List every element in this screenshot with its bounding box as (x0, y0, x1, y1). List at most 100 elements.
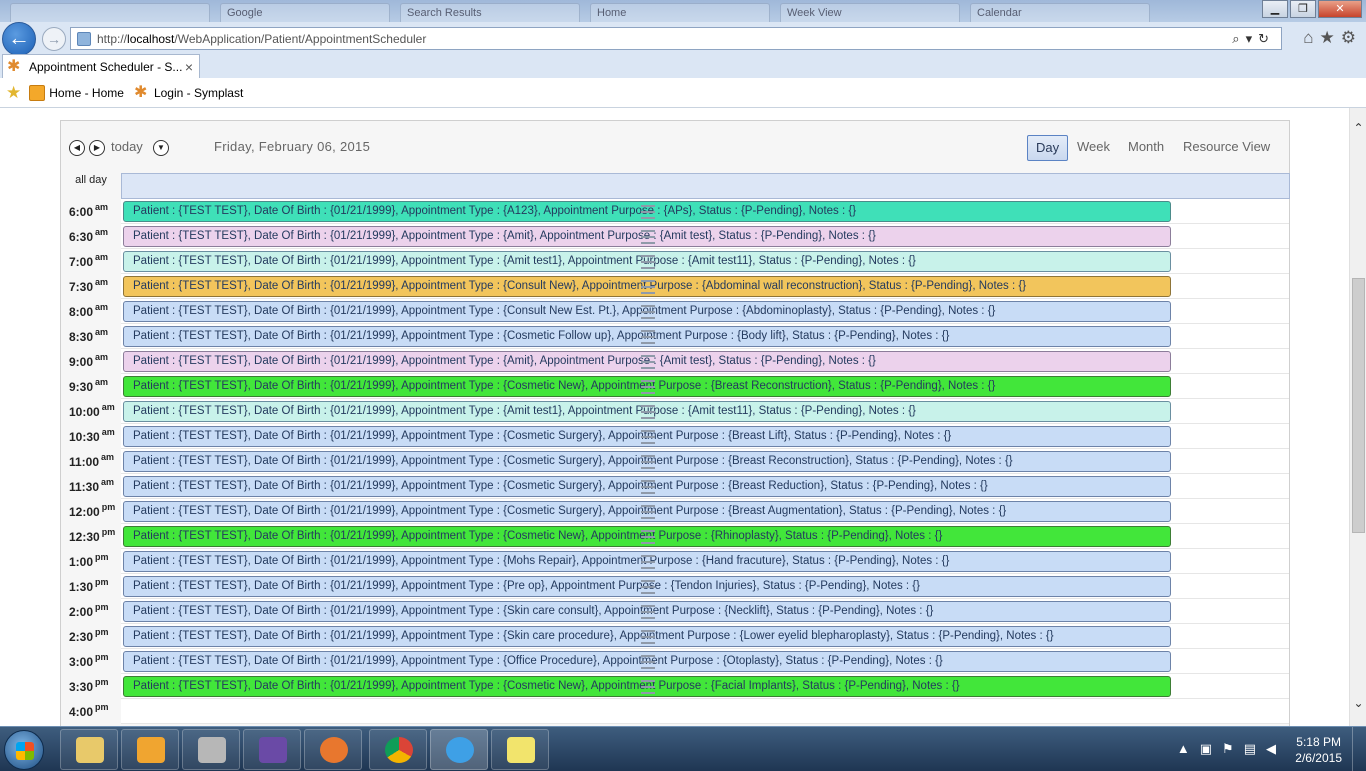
resize-handle-icon[interactable] (641, 380, 655, 394)
time-slot[interactable]: 10:30 am Patient : {TEST TEST}, Date Of Bi… (61, 424, 1289, 449)
active-tab[interactable]: ✱ Appointment Scheduler - S... × (2, 54, 200, 78)
time-slot[interactable]: 9:30 am Patient : {TEST TEST}, Date Of Bir… (61, 374, 1289, 399)
date-picker-button[interactable]: ▼ (153, 140, 169, 156)
time-slot[interactable]: 12:30 pm Patient : {TEST TEST}, Date Of Bi… (61, 524, 1289, 549)
view-day-button[interactable]: Day (1027, 135, 1069, 161)
resize-handle-icon[interactable] (641, 680, 655, 694)
resize-handle-icon[interactable] (641, 530, 655, 544)
time-slot[interactable]: 8:30 am Patient : {TEST TEST}, Date Of Bir… (61, 324, 1289, 349)
maximize-button[interactable]: ❐ (1290, 0, 1316, 18)
time-slot[interactable]: 6:00 am Patient : {TEST TEST}, Date Of Bir… (61, 199, 1289, 224)
home-icon[interactable]: ⌂ (1303, 28, 1319, 47)
appointment-event[interactable]: Patient : {TEST TEST}, Date Of Birth : {… (123, 626, 1171, 647)
minimize-button[interactable]: ▁ (1262, 0, 1288, 18)
resize-handle-icon[interactable] (641, 480, 655, 494)
appointment-event[interactable]: Patient : {TEST TEST}, Date Of Birth : {… (123, 401, 1171, 422)
resize-handle-icon[interactable] (641, 205, 655, 219)
scroll-thumb[interactable] (1352, 278, 1365, 533)
resize-handle-icon[interactable] (641, 405, 655, 419)
appointment-event[interactable]: Patient : {TEST TEST}, Date Of Birth : {… (123, 451, 1171, 472)
time-slot[interactable]: 2:00 pm Patient : {TEST TEST}, Date Of Bir… (61, 599, 1289, 624)
address-input[interactable]: http://localhost/WebApplication/Patient/… (70, 27, 1282, 50)
background-tab[interactable]: Week View (780, 3, 960, 23)
today-button[interactable]: today (111, 139, 143, 154)
taskbar-notes[interactable] (491, 729, 549, 770)
prev-day-button[interactable]: ◀ (69, 140, 85, 156)
start-button[interactable] (4, 730, 44, 770)
resize-handle-icon[interactable] (641, 430, 655, 444)
time-slot[interactable]: 7:00 am Patient : {TEST TEST}, Date Of Bir… (61, 249, 1289, 274)
time-slot[interactable]: 11:00 am Patient : {TEST TEST}, Date Of Bi… (61, 449, 1289, 474)
appointment-event[interactable]: Patient : {TEST TEST}, Date Of Birth : {… (123, 251, 1171, 272)
system-tray[interactable]: ▲▣⚑▤◀ (1177, 741, 1286, 757)
address-tools[interactable]: ⌕▾↻ (1232, 31, 1275, 47)
resize-handle-icon[interactable] (641, 630, 655, 644)
appointment-event[interactable]: Patient : {TEST TEST}, Date Of Birth : {… (123, 351, 1171, 372)
time-slot[interactable]: 12:00 pm Patient : {TEST TEST}, Date Of Bi… (61, 499, 1289, 524)
resize-handle-icon[interactable] (641, 305, 655, 319)
taskbar-explorer[interactable] (60, 729, 118, 770)
view-month-button[interactable]: Month (1120, 135, 1172, 161)
time-slot[interactable]: 8:00 am Patient : {TEST TEST}, Date Of Bir… (61, 299, 1289, 324)
appointment-event[interactable]: Patient : {TEST TEST}, Date Of Birth : {… (123, 676, 1171, 697)
appointment-event[interactable]: Patient : {TEST TEST}, Date Of Birth : {… (123, 576, 1171, 597)
resize-handle-icon[interactable] (641, 255, 655, 269)
appointment-event[interactable]: Patient : {TEST TEST}, Date Of Birth : {… (123, 426, 1171, 447)
view-resource-button[interactable]: Resource View (1175, 135, 1278, 161)
forward-button[interactable]: → (42, 27, 66, 51)
scroll-down-icon[interactable]: ⌄ (1350, 695, 1366, 712)
appointment-event[interactable]: Patient : {TEST TEST}, Date Of Birth : {… (123, 226, 1171, 247)
clock[interactable]: 5:18 PM 2/6/2015 (1295, 734, 1342, 766)
tab-close-icon[interactable]: × (185, 59, 193, 75)
gear-icon[interactable]: ⚙ (1341, 28, 1362, 47)
resize-handle-icon[interactable] (641, 280, 655, 294)
taskbar-internet-explorer[interactable] (430, 729, 488, 770)
appointment-event[interactable]: Patient : {TEST TEST}, Date Of Birth : {… (123, 276, 1171, 297)
add-favorite-icon[interactable]: ★ (6, 83, 21, 103)
show-desktop-button[interactable] (1352, 727, 1366, 771)
time-slot[interactable]: 3:30 pm Patient : {TEST TEST}, Date Of Bir… (61, 674, 1289, 699)
time-slot[interactable]: 10:00 am Patient : {TEST TEST}, Date Of Bi… (61, 399, 1289, 424)
time-slot[interactable]: 9:00 am Patient : {TEST TEST}, Date Of Bir… (61, 349, 1289, 374)
time-slot[interactable]: 7:30 am Patient : {TEST TEST}, Date Of Bir… (61, 274, 1289, 299)
next-day-button[interactable]: ▶ (89, 140, 105, 156)
back-button[interactable]: ← (2, 22, 36, 56)
favorites-star-icon[interactable]: ★ (1320, 28, 1341, 47)
time-slot[interactable]: 3:00 pm Patient : {TEST TEST}, Date Of Bir… (61, 649, 1289, 674)
resize-handle-icon[interactable] (641, 655, 655, 669)
time-slot[interactable]: 11:30 am Patient : {TEST TEST}, Date Of Bi… (61, 474, 1289, 499)
taskbar-tools[interactable] (182, 729, 240, 770)
taskbar-outlook[interactable] (121, 729, 179, 770)
resize-handle-icon[interactable] (641, 455, 655, 469)
time-slot[interactable]: 1:30 pm Patient : {TEST TEST}, Date Of Bir… (61, 574, 1289, 599)
resize-handle-icon[interactable] (641, 355, 655, 369)
appointment-event[interactable]: Patient : {TEST TEST}, Date Of Birth : {… (123, 501, 1171, 522)
favorite-login[interactable]: ✱ Login - Symplast (134, 84, 243, 101)
appointment-event[interactable]: Patient : {TEST TEST}, Date Of Birth : {… (123, 551, 1171, 572)
appointment-event[interactable]: Patient : {TEST TEST}, Date Of Birth : {… (123, 301, 1171, 322)
background-tab[interactable]: Google (220, 3, 390, 23)
appointment-event[interactable]: Patient : {TEST TEST}, Date Of Birth : {… (123, 526, 1171, 547)
close-window-button[interactable]: ✕ (1318, 0, 1362, 18)
appointment-event[interactable]: Patient : {TEST TEST}, Date Of Birth : {… (123, 651, 1171, 672)
appointment-event[interactable]: Patient : {TEST TEST}, Date Of Birth : {… (123, 326, 1171, 347)
allday-cell[interactable] (121, 173, 1290, 199)
appointment-event[interactable]: Patient : {TEST TEST}, Date Of Birth : {… (123, 201, 1171, 222)
background-tab[interactable]: Search Results (400, 3, 580, 23)
background-tab[interactable]: Home (590, 3, 770, 23)
resize-handle-icon[interactable] (641, 330, 655, 344)
appointment-event[interactable]: Patient : {TEST TEST}, Date Of Birth : {… (123, 376, 1171, 397)
time-slot[interactable]: 6:30 am Patient : {TEST TEST}, Date Of Bir… (61, 224, 1289, 249)
taskbar-chrome[interactable] (369, 729, 427, 770)
favorite-home[interactable]: Home - Home (29, 84, 124, 101)
resize-handle-icon[interactable] (641, 230, 655, 244)
time-slot[interactable]: 2:30 pm Patient : {TEST TEST}, Date Of Bir… (61, 624, 1289, 649)
appointment-event[interactable]: Patient : {TEST TEST}, Date Of Birth : {… (123, 601, 1171, 622)
background-tab[interactable] (10, 3, 210, 23)
taskbar-visual-studio[interactable] (243, 729, 301, 770)
taskbar-firefox[interactable] (304, 729, 362, 770)
time-slot[interactable]: 4:00 pm (61, 699, 1289, 724)
scroll-up-icon[interactable]: ⌃ (1350, 120, 1366, 137)
resize-handle-icon[interactable] (641, 555, 655, 569)
resize-handle-icon[interactable] (641, 580, 655, 594)
